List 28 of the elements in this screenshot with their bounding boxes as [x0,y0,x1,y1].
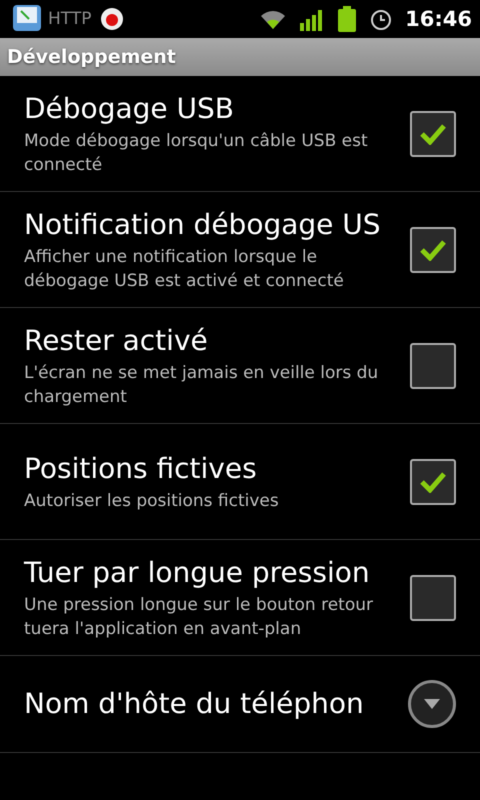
screen-title: Développement [7,46,176,68]
checkbox[interactable] [410,342,456,388]
setting-title[interactable]: Débogage USB [24,90,410,126]
setting-summary: L'écran ne se met jamais en veille lors du chargement [24,362,380,408]
wifi-icon [259,8,288,30]
setting-summary: Autoriser les positions fictives [24,490,280,512]
setting-summary: Afficher une notification lorsque le débogage USB est activé et connecté [24,246,345,292]
setting-summary: Mode débogage lorsqu'un câble USB est connecté [24,130,369,176]
setting-title[interactable]: Tuer par longue pression [24,554,410,590]
checkbox[interactable] [410,110,456,156]
setting-title[interactable]: Notification débogage US [24,206,410,242]
check-icon [419,470,447,492]
checkbox[interactable] [410,458,456,504]
dropdown-button[interactable] [408,680,456,728]
alarm-clock-icon [369,7,394,31]
setting-title[interactable]: Rester activé [24,322,410,358]
clock-time: 16:46 [405,7,472,31]
setting-title[interactable]: Positions fictives [24,450,410,486]
check-icon [419,122,447,144]
notification-dot-icon [100,7,124,31]
check-icon [419,238,447,260]
app-label: HTTP [48,9,92,29]
setting-title[interactable]: Nom d'hôte du téléphon [24,686,408,722]
battery-icon [337,6,358,32]
checkbox[interactable] [410,226,456,272]
checkbox[interactable] [410,574,456,620]
setting-summary: Une pression longue sur le bouton retour tuera l'application en avant-plan [24,594,374,640]
caret-icon [424,699,440,709]
